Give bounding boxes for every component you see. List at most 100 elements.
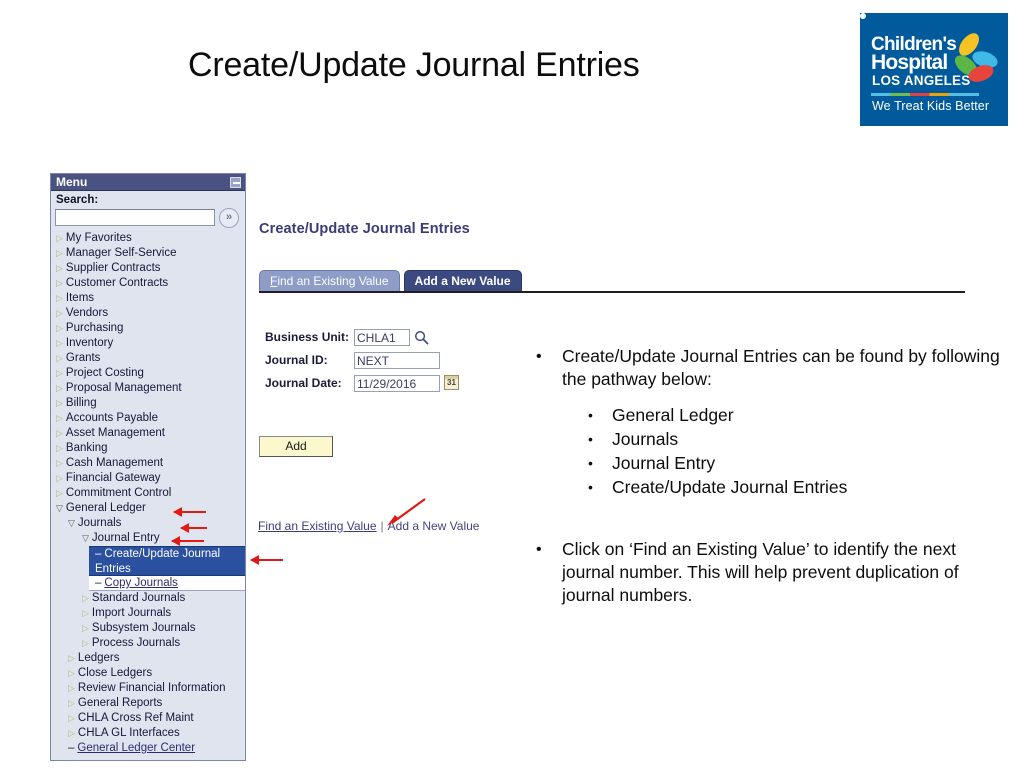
menu-item-review-financial-information[interactable]: ▷ Review Financial Information bbox=[51, 681, 245, 696]
add-button[interactable]: Add bbox=[259, 436, 333, 457]
tab-add-a-new-value[interactable]: Add a New Value bbox=[403, 270, 522, 291]
journal-id-input[interactable] bbox=[354, 352, 440, 369]
dash-icon: – bbox=[95, 577, 102, 589]
menu-item-asset-management[interactable]: ▷ Asset Management bbox=[51, 426, 245, 441]
chevron-right-icon: ▷ bbox=[56, 473, 63, 483]
menu-item-ledgers[interactable]: ▷ Ledgers bbox=[51, 651, 245, 666]
menu-item-close-ledgers[interactable]: ▷ Close Ledgers bbox=[51, 666, 245, 681]
menu-item-label: Cash Management bbox=[65, 457, 164, 469]
menu-item-create-update-journal-entries[interactable]: – Create/Update Journal Entries bbox=[89, 546, 245, 576]
chevron-right-icon: ▷ bbox=[56, 413, 63, 423]
bullet-glyph: • bbox=[588, 431, 593, 447]
menu-title: Menu bbox=[56, 175, 88, 189]
menu-item-chla-cross-ref-maint[interactable]: ▷ CHLA Cross Ref Maint bbox=[51, 711, 245, 726]
menu-item-label: Journal Entry bbox=[91, 532, 160, 544]
slide-canvas: Create/Update Journal Entries Children's… bbox=[0, 0, 1024, 768]
chevron-right-icon: ▷ bbox=[68, 698, 75, 708]
component-title: Create/Update Journal Entries bbox=[259, 221, 470, 237]
menu-item-import-journals[interactable]: ▷ Import Journals bbox=[51, 606, 245, 621]
note-bullet-1: • Create/Update Journal Entries can be f… bbox=[528, 345, 1008, 391]
annotation-arrow-journals bbox=[180, 523, 207, 533]
chevron-right-icon: ▷ bbox=[56, 353, 63, 363]
menu-item-my-favorites[interactable]: ▷ My Favorites bbox=[51, 231, 245, 246]
menu-item-copy-journals[interactable]: – Copy Journals bbox=[89, 576, 245, 591]
link-find-an-existing-value[interactable]: Find an Existing Value bbox=[258, 519, 377, 533]
menu-item-journals[interactable]: ▽ Journals bbox=[51, 516, 245, 531]
minimize-icon[interactable] bbox=[230, 177, 241, 188]
journal-date-input[interactable] bbox=[354, 375, 440, 392]
annotation-arrow-general-ledger bbox=[173, 507, 206, 517]
menu-item-cash-management[interactable]: ▷ Cash Management bbox=[51, 456, 245, 471]
menu-item-general-ledger-center[interactable]: – General Ledger Center bbox=[51, 741, 245, 756]
menu-item-accounts-payable[interactable]: ▷ Accounts Payable bbox=[51, 411, 245, 426]
chevron-right-icon: ▷ bbox=[56, 278, 63, 288]
menu-item-proposal-management[interactable]: ▷ Proposal Management bbox=[51, 381, 245, 396]
menu-item-manager-self-service[interactable]: ▷ Manager Self-Service bbox=[51, 246, 245, 261]
business-unit-input[interactable] bbox=[354, 329, 410, 346]
calendar-icon[interactable]: 31 bbox=[444, 375, 459, 390]
menu-item-label: Financial Gateway bbox=[65, 472, 161, 484]
menu-header: Menu bbox=[51, 174, 245, 191]
magnifier-icon[interactable] bbox=[414, 330, 429, 345]
business-unit-label: Business Unit: bbox=[265, 330, 350, 344]
menu-item-label: Billing bbox=[65, 397, 97, 409]
note-bullet-2-text: Click on ‘Find an Existing Value’ to ide… bbox=[562, 539, 959, 605]
menu-item-general-reports[interactable]: ▷ General Reports bbox=[51, 696, 245, 711]
logo-tagline: We Treat Kids Better bbox=[872, 99, 990, 113]
menu-item-subsystem-journals[interactable]: ▷ Subsystem Journals bbox=[51, 621, 245, 636]
chevron-right-icon: ▷ bbox=[56, 263, 63, 273]
menu-item-journal-entry[interactable]: ▽ Journal Entry bbox=[51, 531, 245, 546]
chevron-right-icon: ▷ bbox=[68, 713, 75, 723]
pathway-item: • Journal Entry bbox=[580, 452, 1008, 475]
menu-item-standard-journals[interactable]: ▷ Standard Journals bbox=[51, 591, 245, 606]
chevron-right-icon: ▷ bbox=[82, 638, 89, 648]
bullet-glyph: • bbox=[536, 541, 542, 558]
menu-item-label: Subsystem Journals bbox=[91, 622, 196, 634]
tab-underline-rule bbox=[259, 291, 965, 293]
logo-line-hospital: Hospital bbox=[871, 51, 948, 74]
menu-item-billing[interactable]: ▷ Billing bbox=[51, 396, 245, 411]
bullet-glyph: • bbox=[536, 348, 542, 365]
menu-item-grants[interactable]: ▷ Grants bbox=[51, 351, 245, 366]
menu-item-customer-contracts[interactable]: ▷ Customer Contracts bbox=[51, 276, 245, 291]
pathway-item-label: Create/Update Journal Entries bbox=[612, 477, 848, 497]
search-go-icon[interactable]: » bbox=[219, 208, 239, 228]
chevron-right-icon: ▷ bbox=[56, 443, 63, 453]
chevron-right-icon: ▷ bbox=[56, 323, 63, 333]
menu-tree: ▷ My Favorites ▷ Manager Self-Service ▷ Suppl… bbox=[51, 231, 245, 760]
menu-item-project-costing[interactable]: ▷ Project Costing bbox=[51, 366, 245, 381]
dash-icon: – bbox=[95, 548, 102, 560]
menu-item-label: Supplier Contracts bbox=[65, 262, 161, 274]
chevron-right-icon: ▷ bbox=[56, 383, 63, 393]
menu-item-inventory[interactable]: ▷ Inventory bbox=[51, 336, 245, 351]
pathway-list: • General Ledger • Journals • Journal Entry • C… bbox=[528, 404, 1008, 499]
tab-find-an-existing-value[interactable]: Find an Existing Value bbox=[259, 270, 400, 291]
menu-item-general-ledger[interactable]: ▽ General Ledger bbox=[51, 501, 245, 516]
menu-item-financial-gateway[interactable]: ▷ Financial Gateway bbox=[51, 471, 245, 486]
annotation-arrow-journal-entry bbox=[171, 536, 204, 546]
menu-item-label: Banking bbox=[65, 442, 108, 454]
menu-item-commitment-control[interactable]: ▷ Commitment Control bbox=[51, 486, 245, 501]
note-bullet-2-row: • Click on ‘Find an Existing Value’ to i… bbox=[528, 538, 1008, 607]
menu-item-banking[interactable]: ▷ Banking bbox=[51, 441, 245, 456]
search-input[interactable] bbox=[55, 209, 215, 226]
menu-item-supplier-contracts[interactable]: ▷ Supplier Contracts bbox=[51, 261, 245, 276]
menu-item-label: General Ledger Center bbox=[77, 742, 196, 754]
link-separator: | bbox=[380, 519, 384, 533]
dash-icon: – bbox=[68, 742, 75, 754]
menu-item-items[interactable]: ▷ Items bbox=[51, 291, 245, 306]
menu-item-process-journals[interactable]: ▷ Process Journals bbox=[51, 636, 245, 651]
menu-item-chla-gl-interfaces[interactable]: ▷ CHLA GL Interfaces bbox=[51, 726, 245, 741]
menu-item-vendors[interactable]: ▷ Vendors bbox=[51, 306, 245, 321]
chevron-right-icon: ▷ bbox=[82, 608, 89, 618]
menu-item-purchasing[interactable]: ▷ Purchasing bbox=[51, 321, 245, 336]
annotation-arrow-create-update bbox=[250, 555, 283, 565]
menu-item-label: Ledgers bbox=[77, 652, 120, 664]
menu-item-label: Standard Journals bbox=[91, 592, 186, 604]
chevron-right-icon: ▷ bbox=[56, 293, 63, 303]
bullet-glyph: • bbox=[588, 479, 593, 495]
chevron-down-icon: ▽ bbox=[82, 533, 89, 543]
chevron-right-icon: ▷ bbox=[68, 683, 75, 693]
menu-item-label: General Reports bbox=[77, 697, 163, 709]
note-bullet-2: • Click on ‘Find an Existing Value’ to i… bbox=[528, 538, 1008, 611]
